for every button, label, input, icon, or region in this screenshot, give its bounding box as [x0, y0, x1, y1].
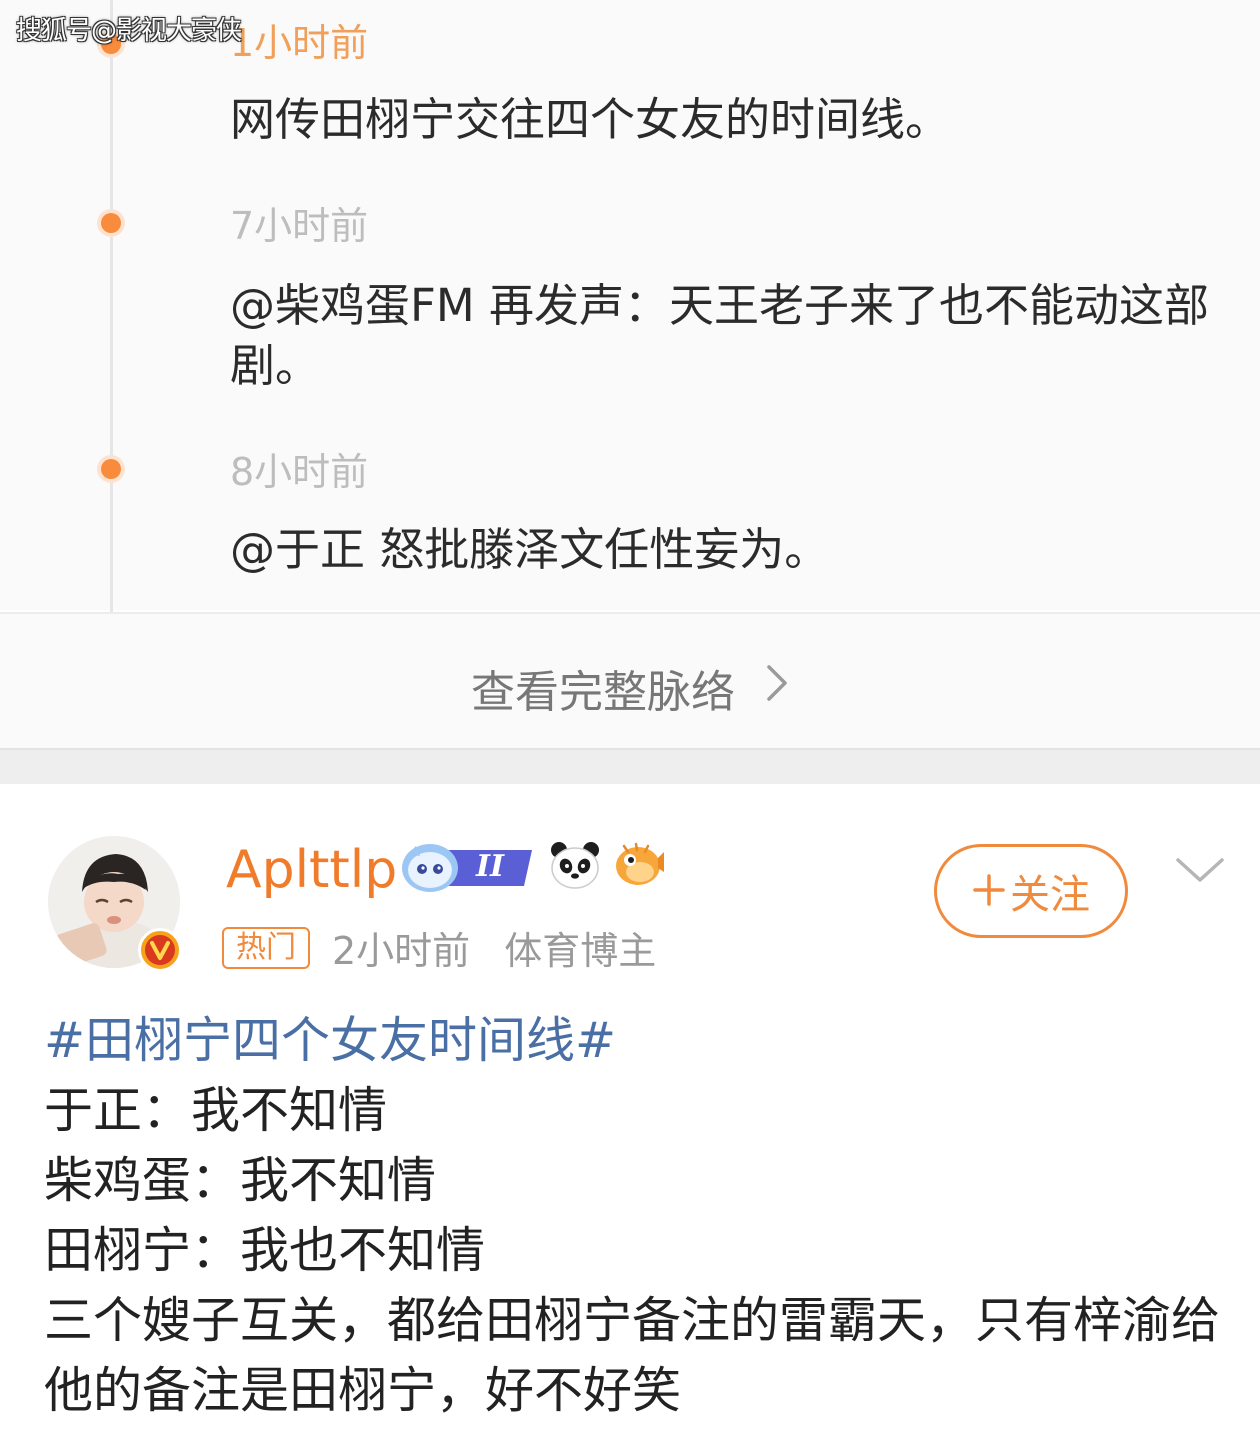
post-line: 于正：我不知情 [44, 1082, 388, 1139]
timeline-time: 8小时前 [230, 450, 369, 494]
post-line: 三个嫂子互关，都给田栩宁备注的雷霸天，只有梓渝给他的备注是田栩宁，好不好笑 [44, 1292, 1221, 1419]
timeline-time: 1小时前 [230, 21, 369, 65]
hashtag-link[interactable]: #田栩宁四个女友时间线# [44, 1006, 1234, 1076]
follow-button[interactable]: 关注 [934, 844, 1128, 938]
post-line: 田栩宁：我也不知情 [44, 1222, 486, 1279]
hot-tag: 热门 [222, 926, 310, 969]
post-line: 柴鸡蛋：我不知情 [44, 1152, 437, 1209]
view-full-label: 查看完整脉络 [471, 667, 735, 718]
chevron-down-icon[interactable] [1174, 854, 1226, 890]
plus-icon [972, 867, 1006, 915]
timeline-dot [101, 213, 121, 233]
panda-icon [548, 838, 602, 896]
user-badges: II [400, 838, 666, 896]
timeline-section: 1小时前 网传田栩宁交往四个女友的时间线。 7小时前 @柴鸡蛋FM 再发声：天王… [0, 0, 1260, 612]
timeline-entry-text[interactable]: @柴鸡蛋FM 再发声：天王老子来了也不能动这部剧。 [230, 276, 1220, 396]
pufferfish-icon [610, 838, 666, 896]
post-time: 2小时前 [332, 929, 471, 973]
verified-v-icon [138, 928, 182, 972]
level-badge-icon: II [400, 840, 536, 894]
username[interactable]: Aplttlp [226, 844, 397, 896]
chevron-right-icon [735, 663, 789, 714]
post-card: Aplttlp II 热门 2小时前 体育博主 关注 #田栩宁四个女友时间线# … [0, 784, 1260, 1450]
post-meta: 热门 2小时前 体育博主 [222, 920, 656, 975]
watermark: 搜狐号@影视大豪侠 [16, 16, 242, 46]
timeline-dot [101, 459, 121, 479]
post-body: #田栩宁四个女友时间线# 于正：我不知情 柴鸡蛋：我不知情 田栩宁：我也不知情 … [44, 1006, 1234, 1426]
timeline-entry-text[interactable]: @于正 怒批滕泽文任性妄为。 [230, 520, 1220, 580]
timeline-line [110, 0, 113, 612]
view-full-timeline-button[interactable]: 查看完整脉络 [0, 612, 1260, 750]
timeline-time: 7小时前 [230, 204, 369, 248]
follow-label: 关注 [1010, 872, 1090, 918]
timeline-entry-text[interactable]: 网传田栩宁交往四个女友的时间线。 [230, 90, 1220, 150]
section-divider [0, 748, 1260, 784]
level-badge-label: II [476, 849, 505, 884]
user-role: 体育博主 [504, 929, 657, 973]
